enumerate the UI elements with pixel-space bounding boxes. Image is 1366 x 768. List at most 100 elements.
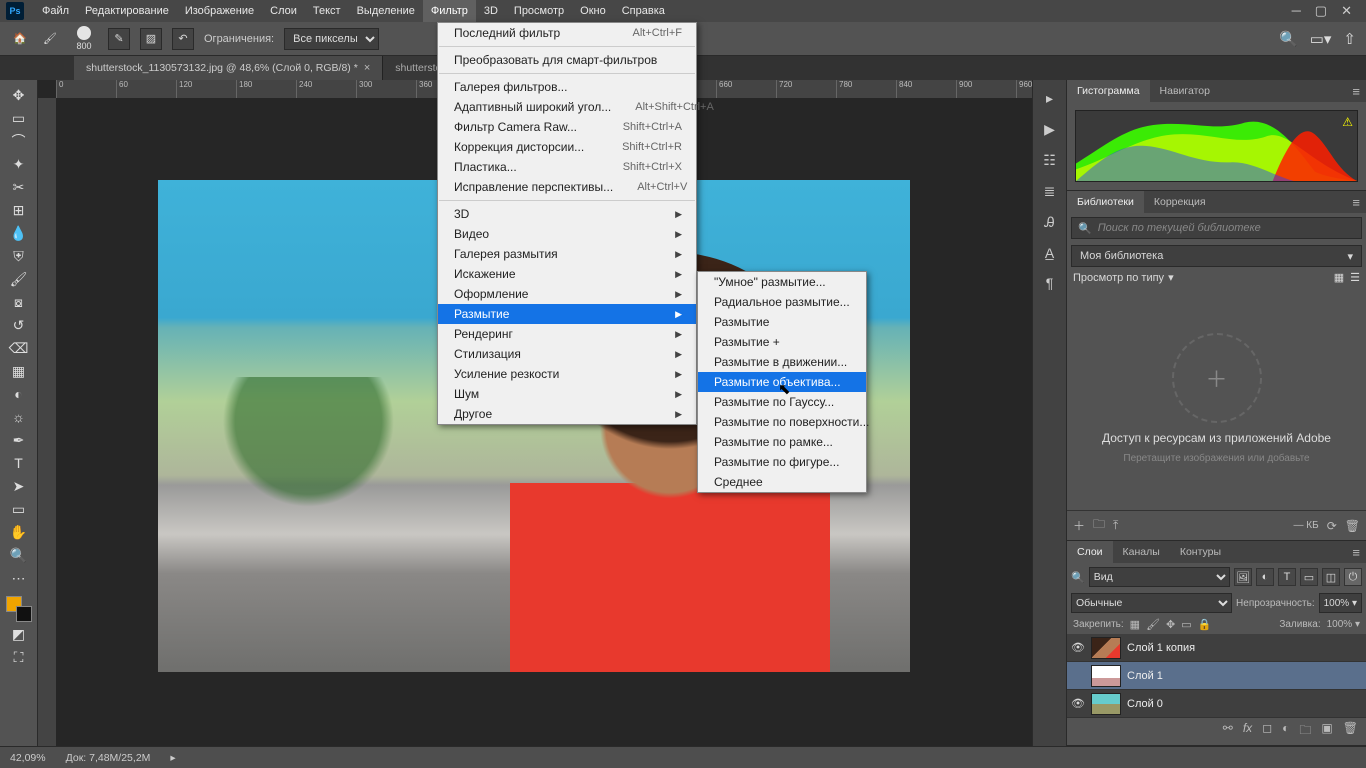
workspace-icon[interactable]: ▭▾ — [1310, 30, 1332, 48]
tab-libraries[interactable]: Библиотеки — [1067, 191, 1144, 213]
menu-item[interactable]: Размытие▶ — [438, 304, 696, 324]
menu-текст[interactable]: Текст — [305, 0, 349, 22]
submenu-item[interactable]: Размытие по рамке... — [698, 432, 866, 452]
close-icon[interactable]: × — [364, 62, 370, 74]
lock-all-icon[interactable]: 🔒 — [1198, 618, 1212, 631]
menu-item[interactable]: Усиление резкости▶ — [438, 364, 696, 384]
submenu-item[interactable]: Размытие по фигуре... — [698, 452, 866, 472]
group-icon[interactable]: 🗀 — [1299, 721, 1311, 742]
move-tool[interactable]: ✥ — [5, 84, 33, 106]
layer-row[interactable]: 👁Слой 0 — [1067, 690, 1366, 718]
menu-item[interactable]: Галерея фильтров... — [438, 77, 696, 97]
menu-item[interactable]: Оформление▶ — [438, 284, 696, 304]
magic-wand-tool[interactable]: ✦ — [5, 153, 33, 175]
menu-редактирование[interactable]: Редактирование — [77, 0, 177, 22]
tab-navigator[interactable]: Навигатор — [1150, 80, 1220, 102]
stamp-tool[interactable]: ⧇ — [5, 291, 33, 313]
document-tab[interactable]: shutterstock_1130573132.jpg @ 48,6% (Сло… — [74, 56, 383, 80]
menu-item[interactable]: Искажение▶ — [438, 264, 696, 284]
properties-icon[interactable]: ≣ — [1044, 183, 1056, 200]
link-icon[interactable]: ⚯ — [1223, 721, 1233, 742]
menu-item[interactable]: 3D▶ — [438, 204, 696, 224]
play-filled-icon[interactable]: ▶ — [1044, 121, 1055, 138]
menu-item[interactable]: Коррекция дисторсии...Shift+Ctrl+R — [438, 137, 696, 157]
panel-menu-icon[interactable]: ≡ — [1346, 541, 1366, 563]
menu-файл[interactable]: Файл — [34, 0, 77, 22]
menu-item[interactable]: Последний фильтрAlt+Ctrl+F — [438, 23, 696, 43]
mask-icon[interactable]: ◻ — [1262, 721, 1272, 742]
history-brush-tool[interactable]: ↺ — [5, 314, 33, 336]
fill-value[interactable]: 100% ▾ — [1327, 619, 1360, 630]
lock-brush-icon[interactable]: 🖌 — [1146, 618, 1160, 631]
mode-button-1[interactable]: ✎ — [108, 28, 130, 50]
menu-item[interactable]: Рендеринг▶ — [438, 324, 696, 344]
screenmode-tool[interactable]: ⛶ — [5, 646, 33, 668]
menu-выделение[interactable]: Выделение — [349, 0, 423, 22]
zoom-tool[interactable]: 🔍 — [5, 544, 33, 566]
dodge-tool[interactable]: ☼ — [5, 406, 33, 428]
trash-icon[interactable]: 🗑 — [1345, 519, 1360, 533]
menu-item[interactable]: Преобразовать для смарт-фильтров — [438, 50, 696, 70]
edit-toolbar[interactable]: ⋯ — [5, 567, 33, 589]
tab-layers[interactable]: Слои — [1067, 541, 1113, 563]
shape-tool[interactable]: ▭ — [5, 498, 33, 520]
background-color[interactable] — [16, 606, 32, 622]
type-tool[interactable]: T — [5, 452, 33, 474]
hand-tool[interactable]: ✋ — [5, 521, 33, 543]
menu-3d[interactable]: 3D — [476, 0, 506, 22]
add-icon[interactable]: ＋ — [1073, 517, 1085, 534]
glyph-icon[interactable]: ¶ — [1046, 275, 1054, 291]
brush-tool[interactable]: 🖌 — [5, 268, 33, 290]
add-circle-icon[interactable]: ＋ — [1172, 333, 1262, 423]
paragraph-icon[interactable]: A̲ — [1045, 245, 1054, 261]
mode-button-2[interactable]: ▨ — [140, 28, 162, 50]
blur-tool[interactable]: ◐ — [5, 383, 33, 405]
filter-image-icon[interactable]: 🖼 — [1234, 568, 1252, 586]
pen-tool[interactable]: ✒ — [5, 429, 33, 451]
filter-adjust-icon[interactable]: ◐ — [1256, 568, 1274, 586]
tab-channels[interactable]: Каналы — [1113, 541, 1170, 563]
menu-item[interactable]: Стилизация▶ — [438, 344, 696, 364]
tab-histogram[interactable]: Гистограмма — [1067, 80, 1150, 102]
warning-icon[interactable]: ⚠ — [1342, 115, 1353, 129]
view-by-type[interactable]: Просмотр по типу ▾ — [1073, 271, 1174, 284]
menu-справка[interactable]: Справка — [614, 0, 673, 22]
menu-просмотр[interactable]: Просмотр — [506, 0, 572, 22]
panel-menu-icon[interactable]: ≡ — [1346, 80, 1366, 102]
close-icon[interactable]: ✕ — [1341, 3, 1352, 19]
frame-tool[interactable]: ⊞ — [5, 199, 33, 221]
panel-menu-icon[interactable]: ≡ — [1346, 191, 1366, 213]
folder-icon[interactable]: 🗀 — [1093, 515, 1105, 536]
menu-item[interactable]: Другое▶ — [438, 404, 696, 424]
maximize-icon[interactable]: ▢ — [1315, 3, 1327, 19]
opacity-value[interactable]: 100% ▾ — [1319, 593, 1362, 613]
character-icon[interactable]: Ꭿ — [1044, 214, 1054, 231]
fx-icon[interactable]: fx — [1243, 721, 1252, 742]
lock-position-icon[interactable]: ✥ — [1166, 618, 1175, 631]
mode-button-3[interactable]: ↶ — [172, 28, 194, 50]
filter-smart-icon[interactable]: ◫ — [1322, 568, 1340, 586]
trash-icon[interactable]: 🗑 — [1343, 721, 1358, 742]
lock-artboard-icon[interactable]: ▭ — [1181, 618, 1191, 631]
submenu-item[interactable]: "Умное" размытие... — [698, 272, 866, 292]
filter-shape-icon[interactable]: ▭ — [1300, 568, 1318, 586]
layer-row[interactable]: 👁Слой 1 копия — [1067, 634, 1366, 662]
lasso-tool[interactable]: ⌒ — [5, 130, 33, 152]
eraser-tool[interactable]: ⌫ — [5, 337, 33, 359]
healing-brush-tool[interactable]: ⛨ — [5, 245, 33, 267]
menu-item[interactable]: Исправление перспективы...Alt+Ctrl+V — [438, 177, 696, 197]
blend-mode-select[interactable]: Обычные — [1071, 593, 1232, 613]
menu-item[interactable]: Шум▶ — [438, 384, 696, 404]
quickmask-tool[interactable]: ◩ — [5, 623, 33, 645]
new-layer-icon[interactable]: ▣ — [1321, 721, 1332, 742]
layer-row[interactable]: Слой 1 — [1067, 662, 1366, 690]
status-arrow-icon[interactable]: ▸ — [170, 752, 175, 764]
submenu-item[interactable]: Размытие по поверхности... — [698, 412, 866, 432]
submenu-item[interactable]: Радиальное размытие... — [698, 292, 866, 312]
adjustments-icon[interactable]: ☷ — [1043, 152, 1056, 169]
menu-изображение[interactable]: Изображение — [177, 0, 262, 22]
filter-toggle-icon[interactable]: ⏻ — [1344, 568, 1362, 586]
home-icon[interactable]: 🏠 — [10, 29, 30, 49]
list-view-icon[interactable]: ☰ — [1350, 271, 1360, 284]
upload-icon[interactable]: ⤒ — [1113, 518, 1118, 533]
